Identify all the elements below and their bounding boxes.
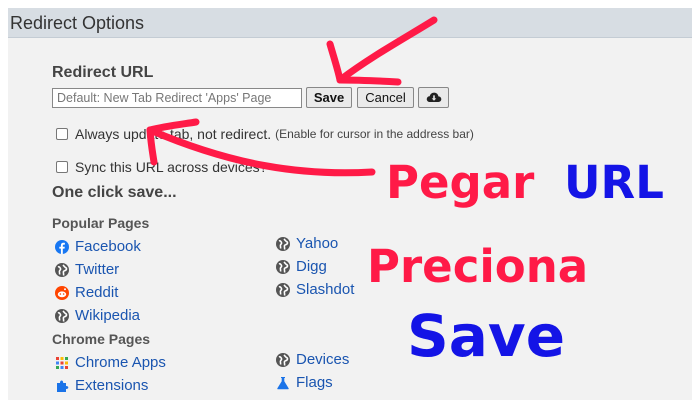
annotation-pegar: Pegar [386, 156, 535, 209]
annotation-preciona: Preciona [367, 240, 589, 293]
arrow-to-save [326, 16, 438, 86]
annotation-url: URL [564, 156, 664, 209]
arrow-to-url-input [146, 118, 376, 177]
annotation-save: Save [407, 302, 566, 370]
